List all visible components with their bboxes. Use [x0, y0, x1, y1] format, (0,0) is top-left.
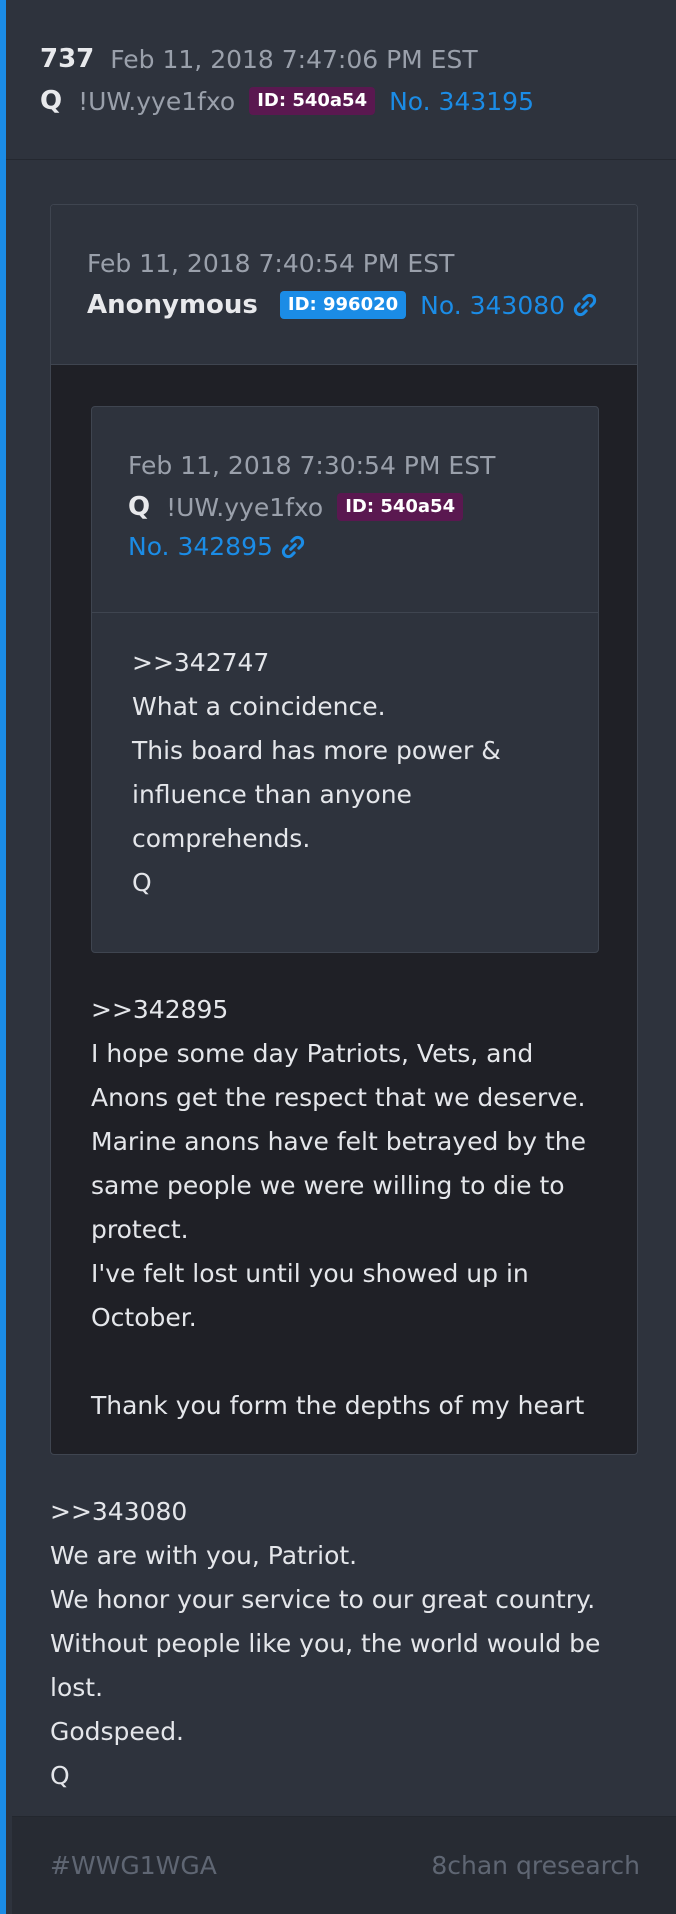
message-line: lost.	[50, 1673, 104, 1702]
post-number: 737	[40, 44, 95, 74]
quoted-post-line: Marine anons have felt betrayed by the	[91, 1127, 587, 1156]
inner-quote-tripcode: !UW.yye1fxo	[166, 492, 324, 522]
post-header: 737 Feb 11, 2018 7:47:06 PM EST Q !UW.yy…	[6, 0, 676, 160]
inner-quote-header: Feb 11, 2018 7:30:54 PM EST Q !UW.yye1fx…	[92, 407, 598, 613]
link-icon[interactable]	[279, 533, 307, 561]
link-icon[interactable]	[571, 291, 599, 319]
quoted-post-body: >>342895 I hope some day Patriots, Vets,…	[91, 988, 586, 1428]
inner-quote-meta-row: Feb 11, 2018 7:30:54 PM EST	[128, 451, 598, 480]
message-line: Without people like you, the world would…	[50, 1629, 601, 1658]
message-line: Q	[50, 1761, 70, 1790]
quoted-post-line: I hope some day Patriots, Vets, and	[91, 1039, 534, 1068]
inner-quote-number-link[interactable]: No. 342895	[128, 532, 273, 561]
quoted-post-meta-row: Feb 11, 2018 7:40:54 PM EST	[87, 249, 637, 278]
post-date: Feb 11, 2018 7:47:06 PM EST	[110, 44, 478, 74]
quoted-post-number-link[interactable]: No. 343080	[420, 291, 565, 320]
quoted-post-line: protect.	[91, 1215, 189, 1244]
inner-quote-line: influence than anyone	[132, 780, 412, 809]
inner-quote-author-name: Q	[128, 492, 151, 522]
quoted-post-anonymous: Feb 11, 2018 7:40:54 PM EST Anonymous ID…	[50, 204, 638, 1455]
quoted-post-header: Feb 11, 2018 7:40:54 PM EST Anonymous ID…	[51, 205, 637, 365]
post-id-badge: ID: 540a54	[249, 87, 376, 115]
message-line: >>343080	[50, 1497, 188, 1526]
inner-quote-number-row: No. 342895	[128, 532, 598, 561]
inner-quote-id-badge: ID: 540a54	[337, 493, 464, 521]
post-message: >>343080 We are with you, Patriot. We ho…	[50, 1490, 600, 1798]
source-label: 8chan qresearch	[431, 1851, 640, 1880]
post-author-name: Q	[40, 86, 63, 116]
message-line: We honor your service to our great count…	[50, 1585, 596, 1614]
post-tripcode: !UW.yye1fxo	[78, 86, 236, 116]
hashtag-label: #WWG1WGA	[50, 1851, 217, 1880]
message-line: Godspeed.	[50, 1717, 185, 1746]
quoted-post-author-name: Anonymous	[87, 290, 258, 320]
quoted-post-id-badge: ID: 996020	[279, 291, 407, 319]
inner-quote-line: This board has more power &	[132, 736, 501, 765]
post-footer: #WWG1WGA 8chan qresearch	[12, 1816, 676, 1914]
post-number-link[interactable]: No. 343195	[389, 87, 534, 116]
inner-quote-line: >>342747	[132, 648, 270, 677]
quoted-post-date: Feb 11, 2018 7:40:54 PM EST	[87, 249, 455, 278]
inner-quote-date: Feb 11, 2018 7:30:54 PM EST	[128, 451, 496, 480]
post-card: 737 Feb 11, 2018 7:47:06 PM EST Q !UW.yy…	[0, 0, 676, 1914]
post-author-row: Q !UW.yye1fxo ID: 540a54 No. 343195	[40, 86, 676, 116]
inner-quote-line: Q	[132, 868, 152, 897]
message-line: We are with you, Patriot.	[50, 1541, 358, 1570]
quoted-post-line: Anons get the respect that we deserve.	[91, 1083, 586, 1112]
quoted-post-line: same people we were willing to die to	[91, 1171, 565, 1200]
inner-quote-body: >>342747 What a coincidence. This board …	[92, 613, 598, 905]
inner-quote-author-row: Q !UW.yye1fxo ID: 540a54	[128, 492, 598, 522]
quoted-post-line: >>342895	[91, 995, 229, 1024]
quoted-post-author-row: Anonymous ID: 996020 No. 343080	[87, 290, 637, 320]
inner-quote-line: comprehends.	[132, 824, 311, 853]
inner-quote-line: What a coincidence.	[132, 692, 386, 721]
quoted-post-line: I've felt lost until you showed up in	[91, 1259, 529, 1288]
post-meta-row: 737 Feb 11, 2018 7:47:06 PM EST	[40, 44, 676, 74]
quoted-post-line: October.	[91, 1303, 197, 1332]
quoted-post-q: Feb 11, 2018 7:30:54 PM EST Q !UW.yye1fx…	[91, 406, 599, 953]
quoted-post-line	[91, 1340, 586, 1384]
quoted-post-line: Thank you form the depths of my heart	[91, 1391, 585, 1420]
